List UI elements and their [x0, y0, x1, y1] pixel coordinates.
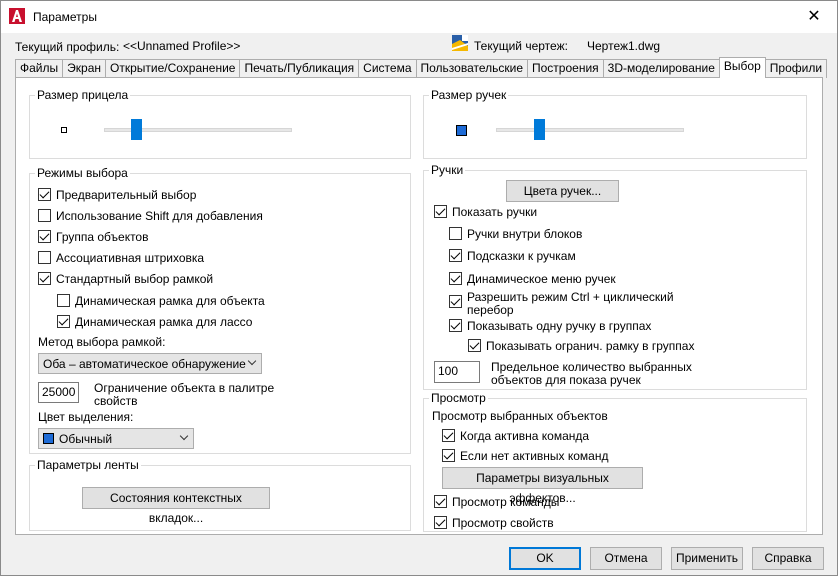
- tab-plot-publish[interactable]: Печать/Публикация: [239, 59, 360, 78]
- object-grouping-label: Группа объектов: [56, 230, 149, 244]
- selection-preview-label: Просмотр выбранных объектов: [432, 409, 608, 423]
- grip-object-limit-label-line1: Предельное количество выбранных: [491, 360, 692, 374]
- grip-size-title: Размер ручек: [429, 88, 509, 102]
- single-grip-groups-label: Показывать одну ручку в группах: [467, 319, 652, 333]
- pickbox-size-title: Размер прицела: [35, 88, 131, 102]
- lasso-dynamic-window-checkbox[interactable]: [57, 315, 70, 328]
- grip-object-limit-input[interactable]: 100: [434, 361, 480, 383]
- tab-files[interactable]: Файлы: [15, 59, 64, 78]
- grip-slider-track[interactable]: [496, 128, 684, 132]
- property-limit-input[interactable]: 25000: [38, 382, 79, 403]
- single-grip-groups-checkbox[interactable]: [449, 319, 462, 332]
- window-method-label: Метод выбора рамкой:: [38, 335, 166, 349]
- ribbon-options-title: Параметры ленты: [35, 458, 141, 472]
- when-no-command-label: Если нет активных команд: [460, 449, 609, 463]
- shift-to-add-checkbox[interactable]: [38, 209, 51, 222]
- show-grips-checkbox[interactable]: [434, 205, 447, 218]
- grip-preview: [456, 125, 467, 136]
- when-command-active-checkbox[interactable]: [442, 429, 455, 442]
- contextual-tab-states-button[interactable]: Состояния контекстных вкладок...: [82, 487, 270, 525]
- noun-verb-selection-checkbox[interactable]: [38, 188, 51, 201]
- tab-drafting[interactable]: Построения: [527, 59, 604, 78]
- associative-hatch-checkbox[interactable]: [38, 251, 51, 264]
- property-preview-checkbox[interactable]: [434, 516, 447, 529]
- tab-open-save[interactable]: Открытие/Сохранение: [105, 59, 241, 78]
- object-dynamic-window-checkbox[interactable]: [57, 294, 70, 307]
- window-title: Параметры: [33, 10, 97, 24]
- preview-title: Просмотр: [429, 391, 488, 405]
- associative-hatch-label: Ассоциативная штриховка: [56, 251, 205, 265]
- grip-colors-button[interactable]: Цвета ручек...: [506, 180, 619, 202]
- ok-button[interactable]: OK: [509, 547, 581, 570]
- tab-user-preferences[interactable]: Пользовательские: [415, 59, 528, 78]
- noun-verb-selection-label: Предварительный выбор: [56, 188, 197, 202]
- tab-display[interactable]: Экран: [62, 59, 106, 78]
- ribbon-options-group: Параметры ленты Состояния контекстных вк…: [29, 458, 411, 531]
- cancel-button[interactable]: Отмена: [590, 547, 662, 570]
- tab-3d-modeling[interactable]: 3D-моделирование: [602, 59, 720, 78]
- object-dynamic-window-label: Динамическая рамка для объекта: [75, 294, 265, 308]
- drawing-icon: [452, 35, 468, 51]
- apply-button[interactable]: Применить: [671, 547, 743, 570]
- pickbox-preview: [61, 127, 67, 133]
- show-grips-label: Показать ручки: [452, 205, 538, 219]
- tab-selection[interactable]: Выбор: [718, 57, 766, 78]
- object-grouping-checkbox[interactable]: [38, 230, 51, 243]
- selection-modes-group: Режимы выбора Предварительный выбор Испо…: [29, 166, 411, 454]
- tab-panel-selection: Размер прицела Режимы выбора Предварител…: [15, 77, 823, 535]
- implied-windowing-label: Стандартный выбор рамкой: [56, 272, 214, 286]
- implied-windowing-checkbox[interactable]: [38, 272, 51, 285]
- ctrl-cycling-label-line2: перебор: [467, 303, 514, 317]
- chevron-down-icon: [179, 431, 189, 441]
- autocad-app-icon: [9, 8, 25, 24]
- chevron-down-icon: [247, 356, 257, 366]
- bounding-box-groups-checkbox[interactable]: [468, 339, 481, 352]
- when-no-command-checkbox[interactable]: [442, 449, 455, 462]
- grip-slider-thumb[interactable]: [534, 119, 545, 140]
- tab-profiles[interactable]: Профили: [764, 59, 828, 78]
- lasso-dynamic-window-label: Динамическая рамка для лассо: [75, 315, 253, 329]
- options-dialog: Параметры ✕ Текущий профиль: <<Unnamed P…: [0, 0, 838, 576]
- help-button[interactable]: Справка: [752, 547, 824, 570]
- ctrl-cycling-label-line1: Разрешить режим Ctrl + циклический: [467, 290, 674, 304]
- selection-modes-title: Режимы выбора: [35, 166, 130, 180]
- command-preview-label: Просмотр команды: [452, 495, 560, 509]
- window-method-value: Оба – автоматическое обнаружение: [43, 357, 246, 371]
- grip-object-limit-label-line2: объектов для показа ручек: [491, 373, 641, 387]
- grips-title: Ручки: [429, 163, 466, 177]
- current-profile-label: Текущий профиль:: [15, 40, 120, 54]
- command-preview-checkbox[interactable]: [434, 495, 447, 508]
- preview-group: Просмотр Просмотр выбранных объектов Ког…: [423, 391, 807, 532]
- selection-color-label: Цвет выделения:: [38, 410, 134, 424]
- shift-to-add-label: Использование Shift для добавления: [56, 209, 263, 223]
- when-command-active-label: Когда активна команда: [460, 429, 590, 443]
- grip-tips-label: Подсказки к ручкам: [467, 249, 576, 263]
- current-drawing-label: Текущий чертеж:: [474, 39, 568, 53]
- ctrl-cycling-checkbox[interactable]: [449, 295, 462, 308]
- property-preview-label: Просмотр свойств: [452, 516, 554, 530]
- grips-in-blocks-checkbox[interactable]: [449, 227, 462, 240]
- pickbox-slider-thumb[interactable]: [131, 119, 142, 140]
- dynamic-grip-menu-label: Динамическое меню ручек: [467, 272, 616, 286]
- selection-color-select[interactable]: Обычный: [38, 428, 194, 449]
- title-bar: Параметры ✕: [1, 1, 837, 33]
- window-method-select[interactable]: Оба – автоматическое обнаружение: [38, 353, 262, 374]
- dynamic-grip-menu-checkbox[interactable]: [449, 272, 462, 285]
- current-drawing-value: Чертеж1.dwg: [587, 39, 661, 53]
- close-icon[interactable]: ✕: [791, 1, 837, 33]
- tab-strip: Файлы Экран Открытие/Сохранение Печать/П…: [15, 57, 828, 78]
- grips-in-blocks-label: Ручки внутри блоков: [467, 227, 583, 241]
- tab-system[interactable]: Система: [358, 59, 417, 78]
- color-swatch: [43, 433, 54, 444]
- property-limit-label-line1: Ограничение объекта в палитре: [94, 381, 275, 395]
- selection-color-value: Обычный: [59, 432, 113, 446]
- grip-tips-checkbox[interactable]: [449, 249, 462, 262]
- property-limit-label-line2: свойств: [94, 394, 138, 408]
- current-profile-value: <<Unnamed Profile>>: [123, 39, 241, 53]
- visual-effect-settings-button[interactable]: Параметры визуальных эффектов...: [442, 467, 643, 505]
- grip-size-group: Размер ручек: [423, 88, 807, 159]
- bounding-box-groups-label: Показывать огранич. рамку в группах: [486, 339, 695, 353]
- pickbox-size-group: Размер прицела: [29, 88, 411, 159]
- grips-group: Ручки Цвета ручек... Показать ручки Ручк…: [423, 163, 807, 390]
